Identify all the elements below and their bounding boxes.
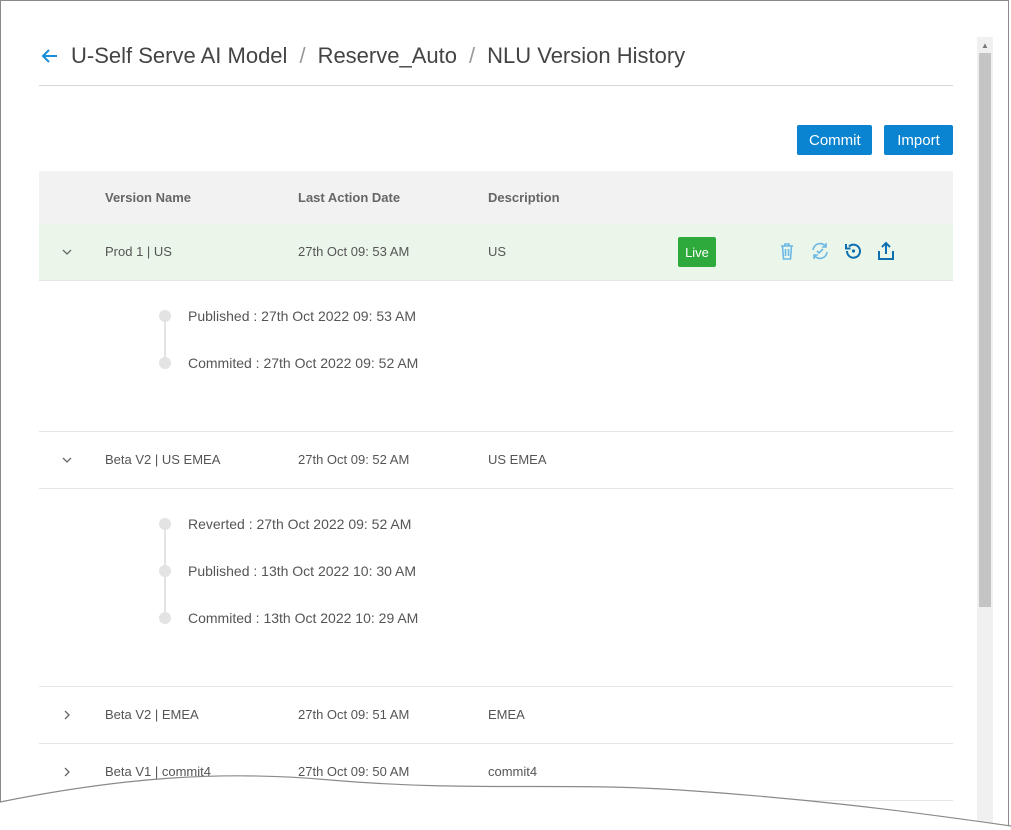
history-item: Commited : 13th Oct 2022 10: 29 AM	[159, 610, 418, 626]
table-row[interactable]: Beta V2 | EMEA 27th Oct 09: 51 AM EMEA	[39, 687, 953, 744]
timeline-dot	[159, 357, 171, 369]
history-item: Reverted : 27th Oct 2022 09: 52 AM	[159, 516, 411, 532]
scroll-thumb[interactable]	[979, 53, 991, 607]
chevron-down-icon[interactable]	[61, 246, 73, 258]
chevron-right-icon[interactable]	[61, 709, 73, 721]
page-header: U-Self Serve AI Model / Reserve_Auto / N…	[39, 41, 953, 86]
import-button[interactable]: Import	[884, 125, 953, 155]
breadcrumb-separator: /	[299, 43, 306, 68]
history-item: Commited : 27th Oct 2022 09: 52 AM	[159, 355, 418, 371]
chevron-down-icon[interactable]	[61, 454, 73, 466]
version-name: Beta V2 | US EMEA	[105, 452, 221, 467]
history-text: Commited : 27th Oct 2022 09: 52 AM	[188, 355, 419, 371]
table-row[interactable]: Prod 1 | US 27th Oct 09: 53 AM US Live	[39, 224, 953, 281]
col-last-action-date: Last Action Date	[298, 190, 401, 205]
history-text: Reverted : 27th Oct 2022 09: 52 AM	[188, 516, 412, 532]
col-version-name: Version Name	[105, 190, 191, 205]
breadcrumb-separator: /	[468, 43, 476, 68]
description: US	[488, 244, 507, 259]
page-title: NLU Version History	[487, 43, 686, 68]
export-icon[interactable]	[875, 240, 897, 262]
version-name: Prod 1 | US	[105, 244, 172, 259]
table-header: Version Name Last Action Date Descriptio…	[39, 171, 953, 224]
description: US EMEA	[488, 452, 547, 467]
back-arrow-icon[interactable]	[39, 45, 61, 67]
history-text: Commited : 13th Oct 2022 10: 29 AM	[188, 610, 419, 626]
trash-icon[interactable]	[776, 240, 798, 262]
row-actions	[776, 240, 897, 262]
breadcrumb-model[interactable]: U-Self Serve AI Model	[71, 41, 287, 71]
history-item: Published : 13th Oct 2022 10: 30 AM	[159, 563, 416, 579]
window-frame: U-Self Serve AI Model / Reserve_Auto / N…	[0, 0, 1009, 829]
version-history: Reverted : 27th Oct 2022 09: 52 AM Publi…	[39, 489, 953, 687]
history-text: Published : 27th Oct 2022 09: 53 AM	[188, 308, 417, 324]
last-action-date: 27th Oct 09: 53 AM	[298, 244, 410, 259]
breadcrumb: U-Self Serve AI Model / Reserve_Auto / N…	[71, 41, 685, 71]
description: EMEA	[488, 707, 525, 722]
timeline-dot	[159, 565, 171, 577]
timeline-dot	[159, 612, 171, 624]
revert-icon[interactable]	[842, 240, 864, 262]
table-row[interactable]: Beta V2 | US EMEA 27th Oct 09: 52 AM US …	[39, 432, 953, 489]
history-item: Published : 27th Oct 2022 09: 53 AM	[159, 308, 416, 324]
sync-icon[interactable]	[809, 240, 831, 262]
timeline-dot	[159, 310, 171, 322]
version-name: Beta V2 | EMEA	[105, 707, 199, 722]
vertical-scrollbar[interactable]: ▲	[977, 37, 993, 829]
live-badge: Live	[678, 237, 716, 267]
scroll-up-arrow-icon[interactable]: ▲	[977, 37, 993, 53]
breadcrumb-project[interactable]: Reserve_Auto	[318, 41, 457, 71]
timeline-dot	[159, 518, 171, 530]
version-table: Version Name Last Action Date Descriptio…	[39, 171, 953, 801]
col-description: Description	[488, 190, 560, 205]
last-action-date: 27th Oct 09: 52 AM	[298, 452, 410, 467]
version-history: Published : 27th Oct 2022 09: 53 AM Comm…	[39, 281, 953, 432]
torn-edge-decoration	[0, 775, 1011, 830]
last-action-date: 27th Oct 09: 51 AM	[298, 707, 410, 722]
commit-button[interactable]: Commit	[797, 125, 872, 155]
history-text: Published : 13th Oct 2022 10: 30 AM	[188, 563, 417, 579]
